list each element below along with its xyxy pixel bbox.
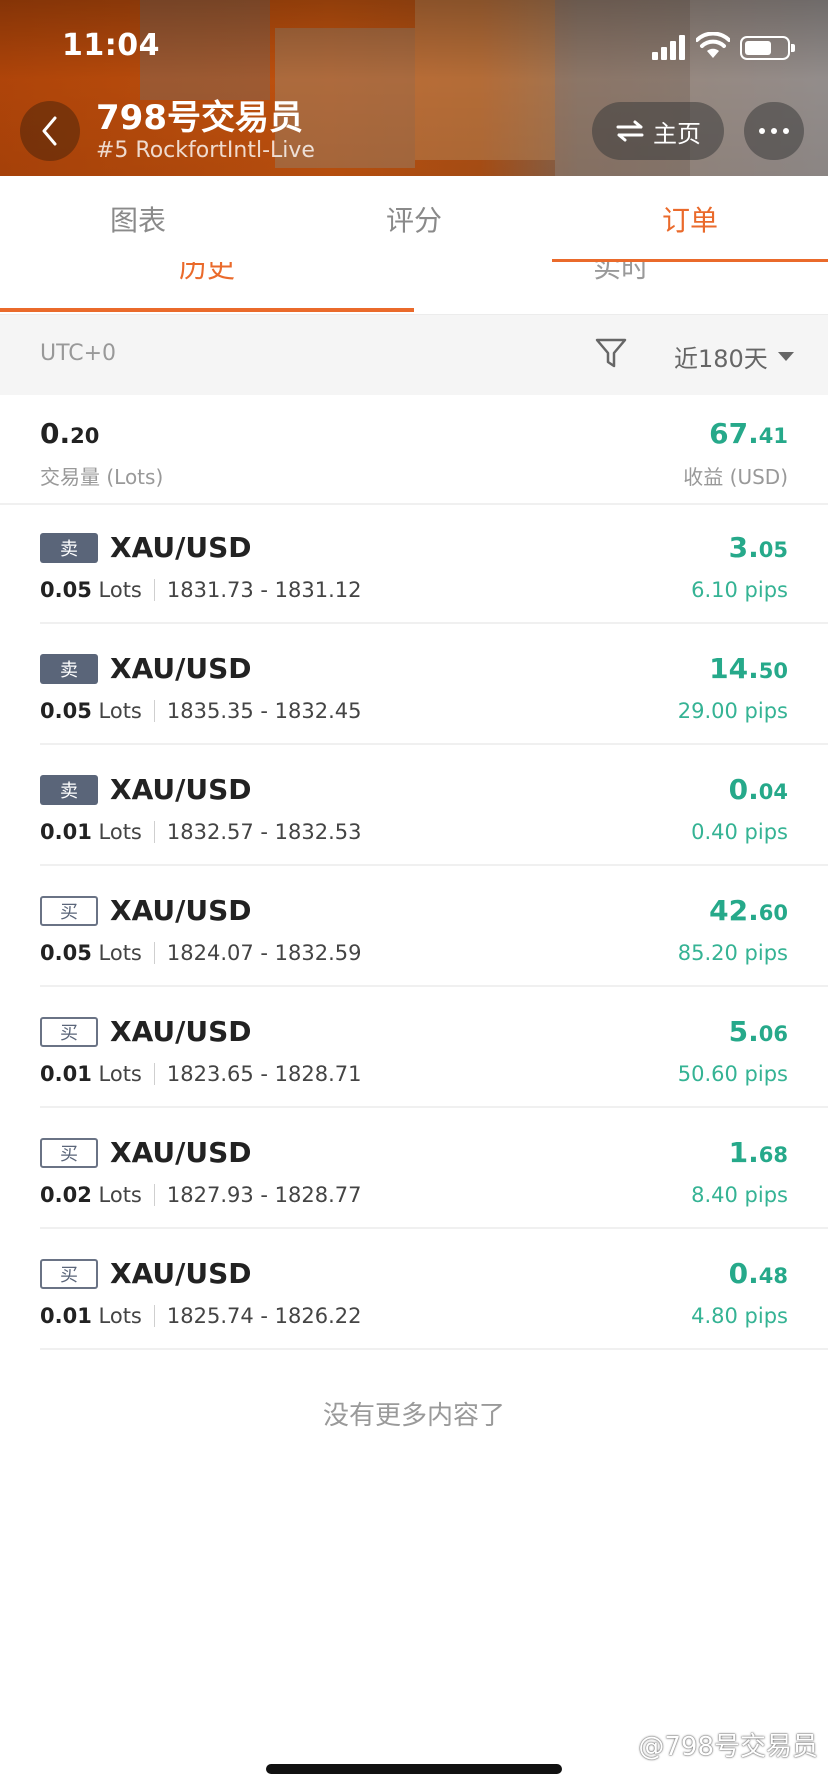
order-symbol: XAU/USD bbox=[110, 531, 252, 564]
watermark: @798号交易员 bbox=[604, 1726, 818, 1763]
timezone-label: UTC+0 bbox=[40, 341, 117, 366]
order-prices: 1832.57 - 1832.53 bbox=[166, 820, 362, 844]
main-tab-bar: 图表 评分 订单 bbox=[0, 176, 828, 262]
battery-icon bbox=[740, 36, 795, 60]
trader-name: 798号交易员 bbox=[96, 98, 303, 138]
account-label: #5 RockfortIntl-Live bbox=[96, 138, 315, 163]
order-row[interactable]: 卖 XAU/USD 0.05 Lots 1831.73 - 1831.12 3.0… bbox=[40, 503, 828, 624]
side-badge: 买 bbox=[40, 1138, 98, 1168]
order-profit: 0.04 bbox=[728, 773, 788, 806]
order-pips: 29.00 pips bbox=[677, 699, 788, 723]
order-lots: 0.05 Lots 1831.73 - 1831.12 bbox=[40, 578, 362, 602]
side-badge: 卖 bbox=[40, 654, 98, 684]
home-button-label: 主页 bbox=[653, 119, 701, 148]
status-time: 11:04 bbox=[62, 28, 160, 63]
caret-down-icon bbox=[777, 352, 794, 361]
side-badge: 卖 bbox=[40, 775, 98, 805]
order-profit: 3.05 bbox=[728, 531, 788, 564]
order-lots: 0.01 Lots 1832.57 - 1832.53 bbox=[40, 820, 362, 844]
wifi-icon bbox=[696, 32, 730, 58]
order-row[interactable]: 卖 XAU/USD 0.05 Lots 1835.35 - 1832.45 14.… bbox=[40, 624, 828, 745]
order-lots: 0.01 Lots 1825.74 - 1826.22 bbox=[40, 1304, 362, 1328]
order-prices: 1831.73 - 1831.12 bbox=[166, 578, 362, 602]
order-prices: 1823.65 - 1828.71 bbox=[166, 1062, 362, 1086]
tab-rating[interactable]: 评分 bbox=[276, 176, 552, 262]
more-dots-icon bbox=[759, 128, 765, 134]
order-profit: 5.06 bbox=[728, 1015, 788, 1048]
order-symbol: XAU/USD bbox=[110, 1015, 252, 1048]
home-button[interactable]: 主页 bbox=[592, 102, 724, 160]
order-symbol: XAU/USD bbox=[110, 1136, 252, 1169]
side-badge: 买 bbox=[40, 1259, 98, 1289]
order-prices: 1825.74 - 1826.22 bbox=[166, 1304, 362, 1328]
side-badge: 卖 bbox=[40, 533, 98, 563]
order-pips: 85.20 pips bbox=[677, 941, 788, 965]
order-row[interactable]: 买 XAU/USD 0.01 Lots 1823.65 - 1828.71 5.0… bbox=[40, 987, 828, 1108]
order-prices: 1835.35 - 1832.45 bbox=[166, 699, 362, 723]
order-list: 卖 XAU/USD 0.05 Lots 1831.73 - 1831.12 3.0… bbox=[0, 503, 828, 1350]
order-pips: 50.60 pips bbox=[677, 1062, 788, 1086]
back-button[interactable] bbox=[20, 101, 80, 161]
more-options-button[interactable] bbox=[744, 102, 804, 160]
order-profit: 14.50 bbox=[709, 652, 788, 685]
order-row[interactable]: 买 XAU/USD 0.01 Lots 1825.74 - 1826.22 0.4… bbox=[40, 1229, 828, 1350]
total-volume: 0.20 bbox=[40, 417, 100, 450]
order-symbol: XAU/USD bbox=[110, 652, 252, 685]
order-pips: 4.80 pips bbox=[691, 1304, 788, 1328]
filter-bar: UTC+0 近180天 bbox=[0, 315, 828, 395]
order-lots: 0.01 Lots 1823.65 - 1828.71 bbox=[40, 1062, 362, 1086]
order-row[interactable]: 买 XAU/USD 0.02 Lots 1827.93 - 1828.77 1.6… bbox=[40, 1108, 828, 1229]
home-indicator[interactable] bbox=[266, 1764, 562, 1774]
period-dropdown[interactable]: 近180天 bbox=[674, 339, 794, 374]
side-badge: 买 bbox=[40, 1017, 98, 1047]
order-pips: 6.10 pips bbox=[691, 578, 788, 602]
order-lots: 0.02 Lots 1827.93 - 1828.77 bbox=[40, 1183, 362, 1207]
side-badge: 买 bbox=[40, 896, 98, 926]
order-symbol: XAU/USD bbox=[110, 1257, 252, 1290]
swap-arrows-icon bbox=[616, 120, 644, 142]
order-prices: 1824.07 - 1832.59 bbox=[166, 941, 362, 965]
summary-panel: 0.20 交易量 (Lots) 67.41 收益 (USD) bbox=[0, 395, 828, 505]
tab-orders[interactable]: 订单 bbox=[552, 176, 828, 262]
end-of-list-text: 没有更多内容了 bbox=[322, 1401, 505, 1431]
order-prices: 1827.93 - 1828.77 bbox=[166, 1183, 362, 1207]
tab-realtime[interactable]: 实时 bbox=[414, 262, 828, 296]
total-profit: 67.41 bbox=[709, 417, 788, 450]
cellular-signal-icon bbox=[652, 34, 688, 60]
order-row[interactable]: 卖 XAU/USD 0.01 Lots 1832.57 - 1832.53 0.0… bbox=[40, 745, 828, 866]
sub-tab-bar: 历史 实时 bbox=[0, 262, 828, 315]
filter-icon[interactable] bbox=[594, 335, 628, 371]
tab-chart[interactable]: 图表 bbox=[0, 176, 276, 262]
active-subtab-indicator bbox=[0, 308, 414, 312]
total-volume-label: 交易量 (Lots) bbox=[40, 465, 164, 489]
order-profit: 0.48 bbox=[728, 1257, 788, 1290]
order-lots: 0.05 Lots 1824.07 - 1832.59 bbox=[40, 941, 362, 965]
total-profit-label: 收益 (USD) bbox=[683, 465, 788, 489]
trader-header: 11:04 798号交易员 #5 RockfortIntl-Live 主页 bbox=[0, 0, 828, 176]
period-label: 近180天 bbox=[674, 345, 768, 373]
order-pips: 0.40 pips bbox=[691, 820, 788, 844]
chevron-left-icon bbox=[42, 116, 57, 146]
tab-history[interactable]: 历史 bbox=[0, 262, 414, 296]
order-profit: 42.60 bbox=[709, 894, 788, 927]
order-symbol: XAU/USD bbox=[110, 773, 252, 806]
order-lots: 0.05 Lots 1835.35 - 1832.45 bbox=[40, 699, 362, 723]
order-profit: 1.68 bbox=[728, 1136, 788, 1169]
weibo-logo-icon bbox=[605, 1734, 633, 1757]
order-row[interactable]: 买 XAU/USD 0.05 Lots 1824.07 - 1832.59 42.… bbox=[40, 866, 828, 987]
order-pips: 8.40 pips bbox=[691, 1183, 788, 1207]
order-symbol: XAU/USD bbox=[110, 894, 252, 927]
